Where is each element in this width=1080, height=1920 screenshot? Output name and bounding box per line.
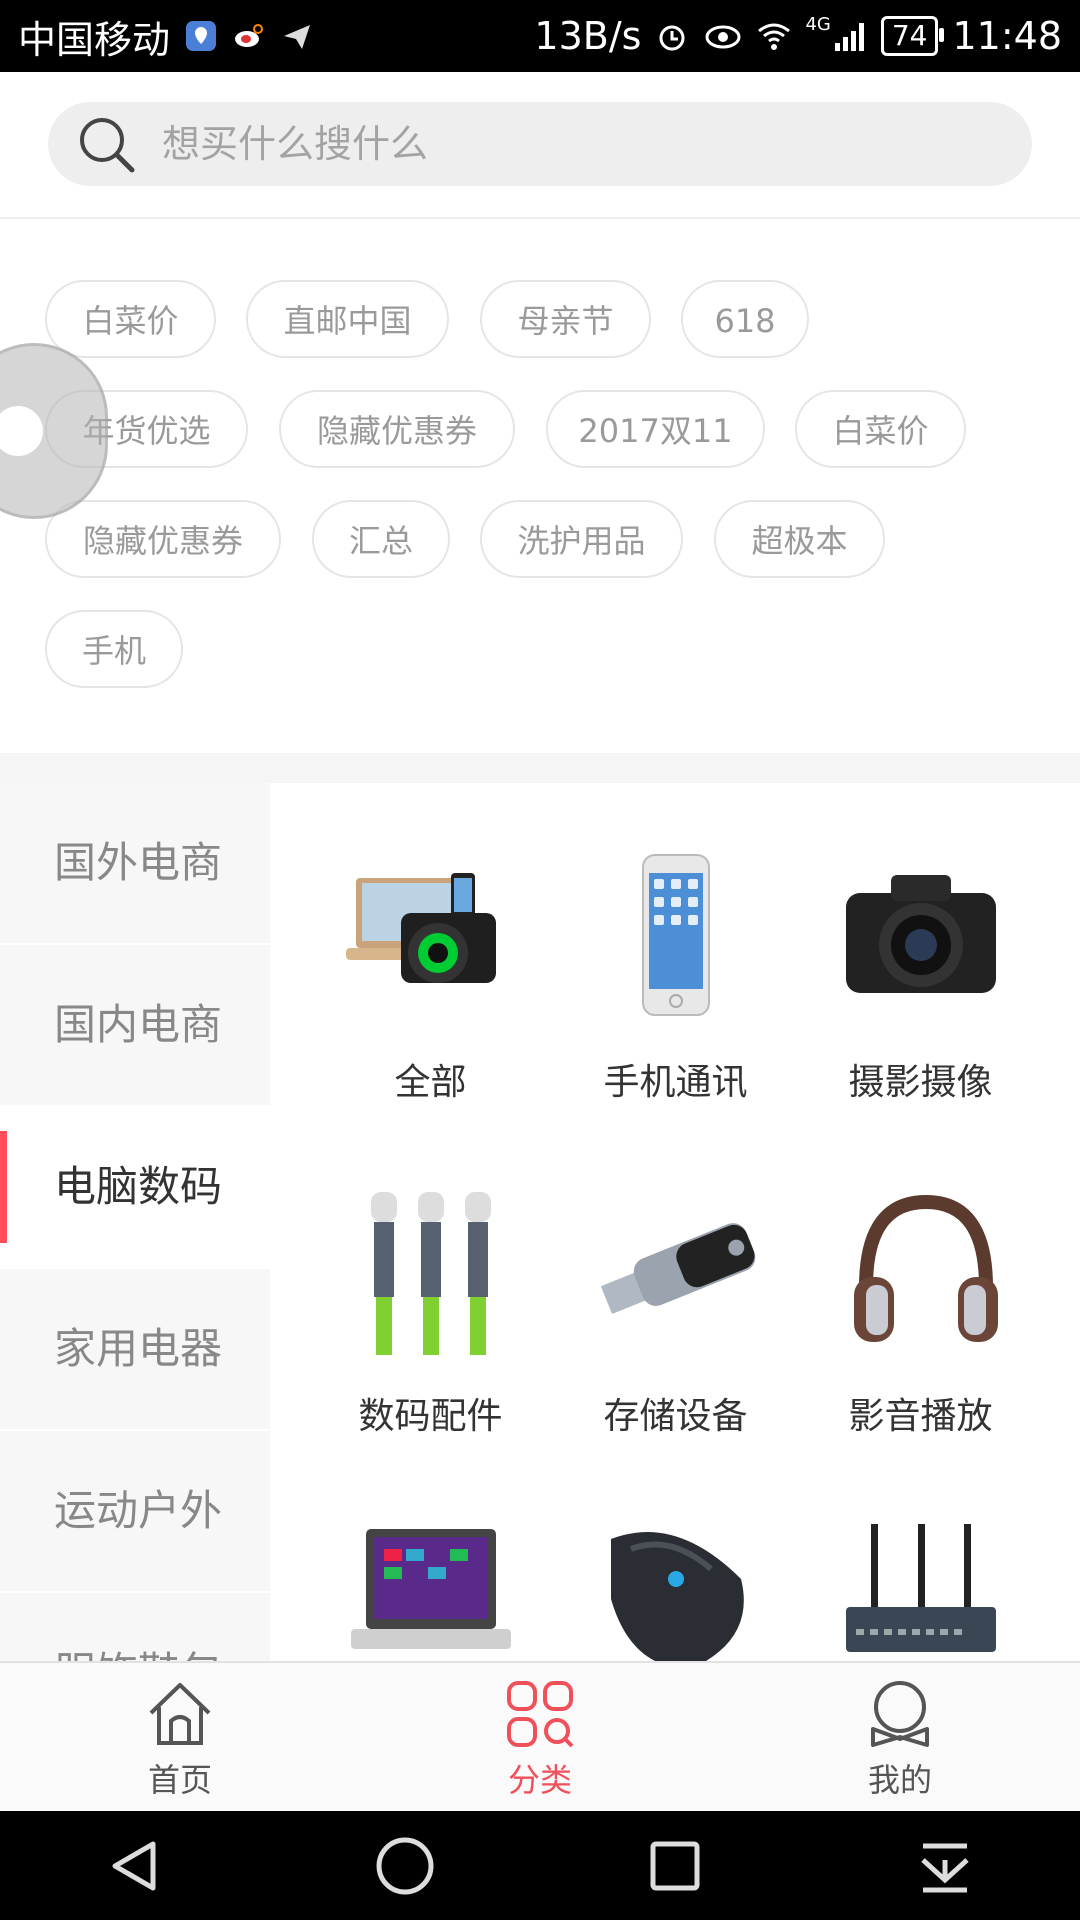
- nav-profile-label: 我的: [867, 1761, 932, 1799]
- gaming-mouse-icon: [610, 1532, 744, 1661]
- tag-chip[interactable]: 超极本: [714, 500, 885, 578]
- subcategory-networking[interactable]: [798, 1519, 1043, 1661]
- tag-chip[interactable]: 母亲节: [480, 280, 651, 358]
- paper-plane-icon: [284, 25, 311, 49]
- wifi-icon: [758, 23, 791, 50]
- profile-icon: [871, 1681, 929, 1747]
- nav-category-label: 分类: [507, 1761, 572, 1799]
- camera-laptop-bundle-icon: [345, 873, 496, 983]
- weibo-icon: [235, 24, 264, 47]
- dslr-camera-icon: [845, 875, 996, 993]
- eye-icon: [705, 25, 741, 49]
- sidebar-item-apparel[interactable]: 服饰鞋包: [0, 1593, 270, 1661]
- router-icon: [845, 1524, 996, 1652]
- tag-chip[interactable]: 手机: [45, 610, 183, 688]
- carrier-label: 中国移动: [18, 17, 171, 62]
- system-navigation-bar: [0, 1811, 1080, 1920]
- tag-chip[interactable]: 洗护用品: [480, 500, 683, 578]
- bottom-navigation: 首页 分类 我的: [0, 1661, 1080, 1813]
- subcategory-peripherals[interactable]: [553, 1519, 798, 1661]
- search-input[interactable]: [160, 121, 964, 167]
- nav-home-label: 首页: [147, 1761, 212, 1799]
- pulldown-arrow-icon: [921, 1843, 969, 1892]
- tag-chip[interactable]: 汇总: [312, 500, 450, 578]
- back-button[interactable]: [90, 1821, 180, 1911]
- subcategory-laptops[interactable]: [308, 1519, 553, 1661]
- laptop-icon: [350, 1529, 511, 1649]
- sidebar-item-home-appliances[interactable]: 家用电器: [0, 1269, 270, 1431]
- search-icon: [80, 118, 135, 173]
- headphones-icon: [853, 1194, 998, 1342]
- location-app-icon: [186, 21, 217, 51]
- home-system-button[interactable]: [360, 1821, 450, 1911]
- tag-chip[interactable]: 2017双11: [546, 390, 765, 468]
- network-type: 4G: [805, 13, 831, 35]
- subcategory-label: 存储设备: [603, 1396, 748, 1437]
- status-bar: 中国移动 13B/s 4G 74 11:48: [0, 0, 1080, 72]
- subcategory-storage[interactable]: 存储设备: [553, 1187, 798, 1507]
- recents-square-icon: [650, 1841, 700, 1890]
- clock: 11:48: [952, 14, 1062, 58]
- usb-cable-icon: [370, 1192, 491, 1355]
- battery-indicator: 74: [880, 16, 945, 56]
- subcategory-accessories[interactable]: 数码配件: [308, 1187, 553, 1507]
- alarm-icon: [659, 25, 685, 51]
- subcategory-photography[interactable]: 摄影摄像: [798, 853, 1043, 1173]
- home-circle-icon: [376, 1837, 434, 1894]
- recents-button[interactable]: [630, 1821, 720, 1911]
- tag-chip[interactable]: 直邮中国: [246, 280, 449, 358]
- subcategory-all[interactable]: 全部: [308, 853, 553, 1173]
- tag-chip[interactable]: 隐藏优惠券: [279, 390, 515, 468]
- nav-category[interactable]: 分类: [360, 1663, 720, 1813]
- notification-pulldown-button[interactable]: [900, 1821, 990, 1911]
- subcategory-label: 全部: [394, 1062, 467, 1103]
- tag-chip[interactable]: 白菜价: [795, 390, 966, 468]
- signal-icon: [834, 23, 864, 51]
- sidebar-item-domestic[interactable]: 国内电商: [0, 945, 270, 1107]
- category-grid-icon: [507, 1681, 574, 1748]
- section-divider: [0, 753, 1080, 783]
- back-triangle-icon: [112, 1841, 156, 1890]
- subcategory-audio-video[interactable]: 影音播放: [798, 1187, 1043, 1507]
- subcategory-label: 手机通讯: [603, 1062, 748, 1103]
- usb-flash-drive-icon: [600, 1223, 755, 1315]
- subcategory-label: 摄影摄像: [848, 1062, 993, 1103]
- subcategory-phones[interactable]: 手机通讯: [553, 853, 798, 1173]
- subcategory-label: 数码配件: [358, 1396, 503, 1437]
- network-speed: 13B/s: [534, 14, 642, 58]
- nav-profile[interactable]: 我的: [720, 1663, 1080, 1813]
- tag-chip[interactable]: 618: [681, 280, 809, 358]
- sidebar-item-overseas[interactable]: 国外电商: [0, 783, 270, 945]
- subcategory-label: 影音播放: [848, 1396, 993, 1437]
- hot-tags-section: 白菜价 直邮中国 母亲节 618 年货优选 隐藏优惠券 2017双11 白菜价 …: [0, 219, 1080, 753]
- sidebar-item-computers-digital[interactable]: 电脑数码: [0, 1107, 270, 1269]
- home-icon: [149, 1683, 211, 1745]
- sidebar-item-sports-outdoor[interactable]: 运动户外: [0, 1431, 270, 1593]
- search-bar[interactable]: [48, 102, 1032, 186]
- search-header: [0, 72, 1080, 219]
- nav-home[interactable]: 首页: [0, 1663, 360, 1813]
- tag-chip[interactable]: 白菜价: [45, 280, 216, 358]
- category-sidebar: 国外电商 国内电商 电脑数码 家用电器 运动户外 服饰鞋包: [0, 783, 270, 1661]
- tag-chip[interactable]: 隐藏优惠券: [45, 500, 281, 578]
- subcategory-grid: 全部 手机通讯 摄影摄像 数码配件 存储设备 影音播放: [270, 783, 1080, 1661]
- smartphone-icon: [641, 854, 710, 1016]
